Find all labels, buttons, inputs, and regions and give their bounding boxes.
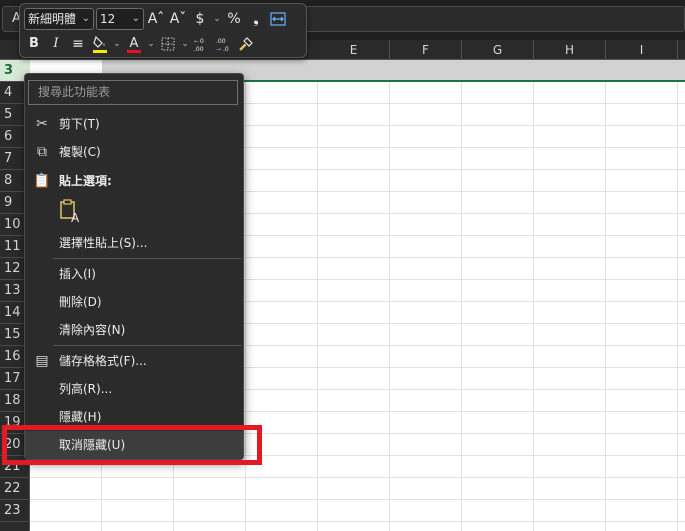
clear-contents-menu-item[interactable]: 清除內容(N) [25, 316, 243, 344]
svg-text:.00: .00 [216, 38, 226, 45]
copy-menu-item[interactable]: ⧉ 複製(C) [25, 138, 243, 166]
decrease-decimal-icon: .00 → .0 [216, 38, 229, 53]
column-header-g[interactable]: G [462, 40, 534, 60]
paste-keep-text-icon[interactable]: A [59, 198, 83, 226]
formula-bar[interactable] [305, 6, 685, 32]
format-cells-icon: ▤ [35, 353, 49, 369]
paste-special-label: 選擇性貼上(S)... [59, 236, 148, 250]
decrease-font-size-button[interactable]: Aˇ [168, 8, 188, 30]
row-height-menu-item[interactable]: 列高(R)... [25, 375, 243, 403]
insert-label: 插入(I) [59, 267, 96, 281]
scissors-icon: ✂ [36, 116, 48, 132]
cut-label: 剪下(T) [59, 117, 100, 131]
increase-decimal-button[interactable]: ← 0 .00 [192, 33, 212, 55]
format-cells-label: 儲存格格式(F)... [59, 354, 147, 368]
borders-icon [161, 37, 175, 51]
context-menu-search-input[interactable]: 搜尋此功能表 [28, 80, 238, 105]
currency-format-button[interactable]: $ [190, 8, 210, 30]
chevron-down-icon[interactable]: ⌄ [146, 33, 156, 55]
chevron-down-icon: ⌄ [81, 13, 90, 24]
menu-separator [53, 345, 241, 346]
font-size-value: 12 [100, 12, 116, 26]
font-color-button[interactable]: A [124, 33, 144, 55]
svg-text:←: ← [194, 38, 199, 45]
paste-options-label: 貼上選項: [59, 174, 112, 188]
chevron-down-icon: ⌄ [131, 13, 140, 24]
insert-menu-item[interactable]: 插入(I) [25, 260, 243, 288]
row-height-label: 列高(R)... [59, 382, 113, 396]
chevron-down-icon[interactable]: ⌄ [212, 8, 222, 30]
merge-center-button[interactable] [268, 8, 288, 30]
context-menu: 搜尋此功能表 ✂ 剪下(T) ⧉ 複製(C) 📋 貼上選項: A 選擇性貼上(S… [24, 73, 244, 460]
format-painter-icon [239, 37, 253, 51]
merge-center-icon [270, 12, 286, 26]
percent-format-button[interactable]: % [224, 8, 244, 30]
paste-options-heading: 📋 貼上選項: [25, 167, 243, 195]
fill-color-button[interactable] [90, 33, 110, 55]
delete-menu-item[interactable]: 刪除(D) [25, 288, 243, 316]
paint-bucket-icon [93, 35, 105, 48]
copy-label: 複製(C) [59, 145, 101, 159]
svg-text:A: A [71, 211, 80, 225]
font-color-swatch [127, 50, 141, 53]
row-header-22[interactable]: 22 [0, 478, 30, 500]
font-color-label: A [129, 36, 139, 51]
chevron-down-icon[interactable]: ⌄ [180, 33, 190, 55]
svg-text:.0: .0 [223, 46, 229, 52]
svg-text:→: → [216, 46, 221, 52]
font-name-value: 新細明體 [28, 12, 77, 26]
align-center-button[interactable]: ≡ [68, 33, 88, 55]
chevron-down-icon[interactable]: ⌄ [112, 33, 122, 55]
bold-button[interactable]: B [24, 33, 44, 55]
svg-text:0: 0 [200, 38, 204, 45]
delete-label: 刪除(D) [59, 295, 102, 309]
highlight-annotation-box [2, 425, 262, 465]
column-header-f[interactable]: F [390, 40, 462, 60]
comma-style-button[interactable]: ❟ [246, 8, 266, 30]
column-header-h[interactable]: H [534, 40, 606, 60]
italic-button[interactable]: I [46, 33, 66, 55]
format-painter-button[interactable] [236, 33, 256, 55]
clipboard-icon: 📋 [33, 173, 51, 189]
svg-text:.00: .00 [194, 46, 204, 52]
column-header-e[interactable]: E [318, 40, 390, 60]
mini-toolbar: 新細明體 ⌄ 12 ⌄ Aˆ Aˇ $ ⌄ % ❟ B I ≡ ⌄ A ⌄ ⌄ … [19, 3, 307, 58]
format-cells-menu-item[interactable]: ▤ 儲存格格式(F)... [25, 347, 243, 375]
menu-separator [53, 258, 241, 259]
increase-decimal-icon: ← 0 .00 [194, 38, 204, 53]
increase-font-size-button[interactable]: Aˆ [146, 8, 166, 30]
font-name-select[interactable]: 新細明體 ⌄ [24, 8, 94, 30]
paste-special-menu-item[interactable]: 選擇性貼上(S)... [25, 229, 243, 257]
column-header-i[interactable]: I [606, 40, 678, 60]
row-header-23[interactable]: 23 [0, 500, 30, 522]
font-size-select[interactable]: 12 ⌄ [96, 8, 144, 30]
clear-contents-label: 清除內容(N) [59, 323, 126, 337]
cut-menu-item[interactable]: ✂ 剪下(T) [25, 110, 243, 138]
decrease-decimal-button[interactable]: .00 → .0 [214, 33, 234, 55]
hide-label: 隱藏(H) [59, 410, 102, 424]
copy-icon: ⧉ [37, 144, 47, 160]
fill-color-swatch [93, 50, 107, 53]
borders-button[interactable] [158, 33, 178, 55]
